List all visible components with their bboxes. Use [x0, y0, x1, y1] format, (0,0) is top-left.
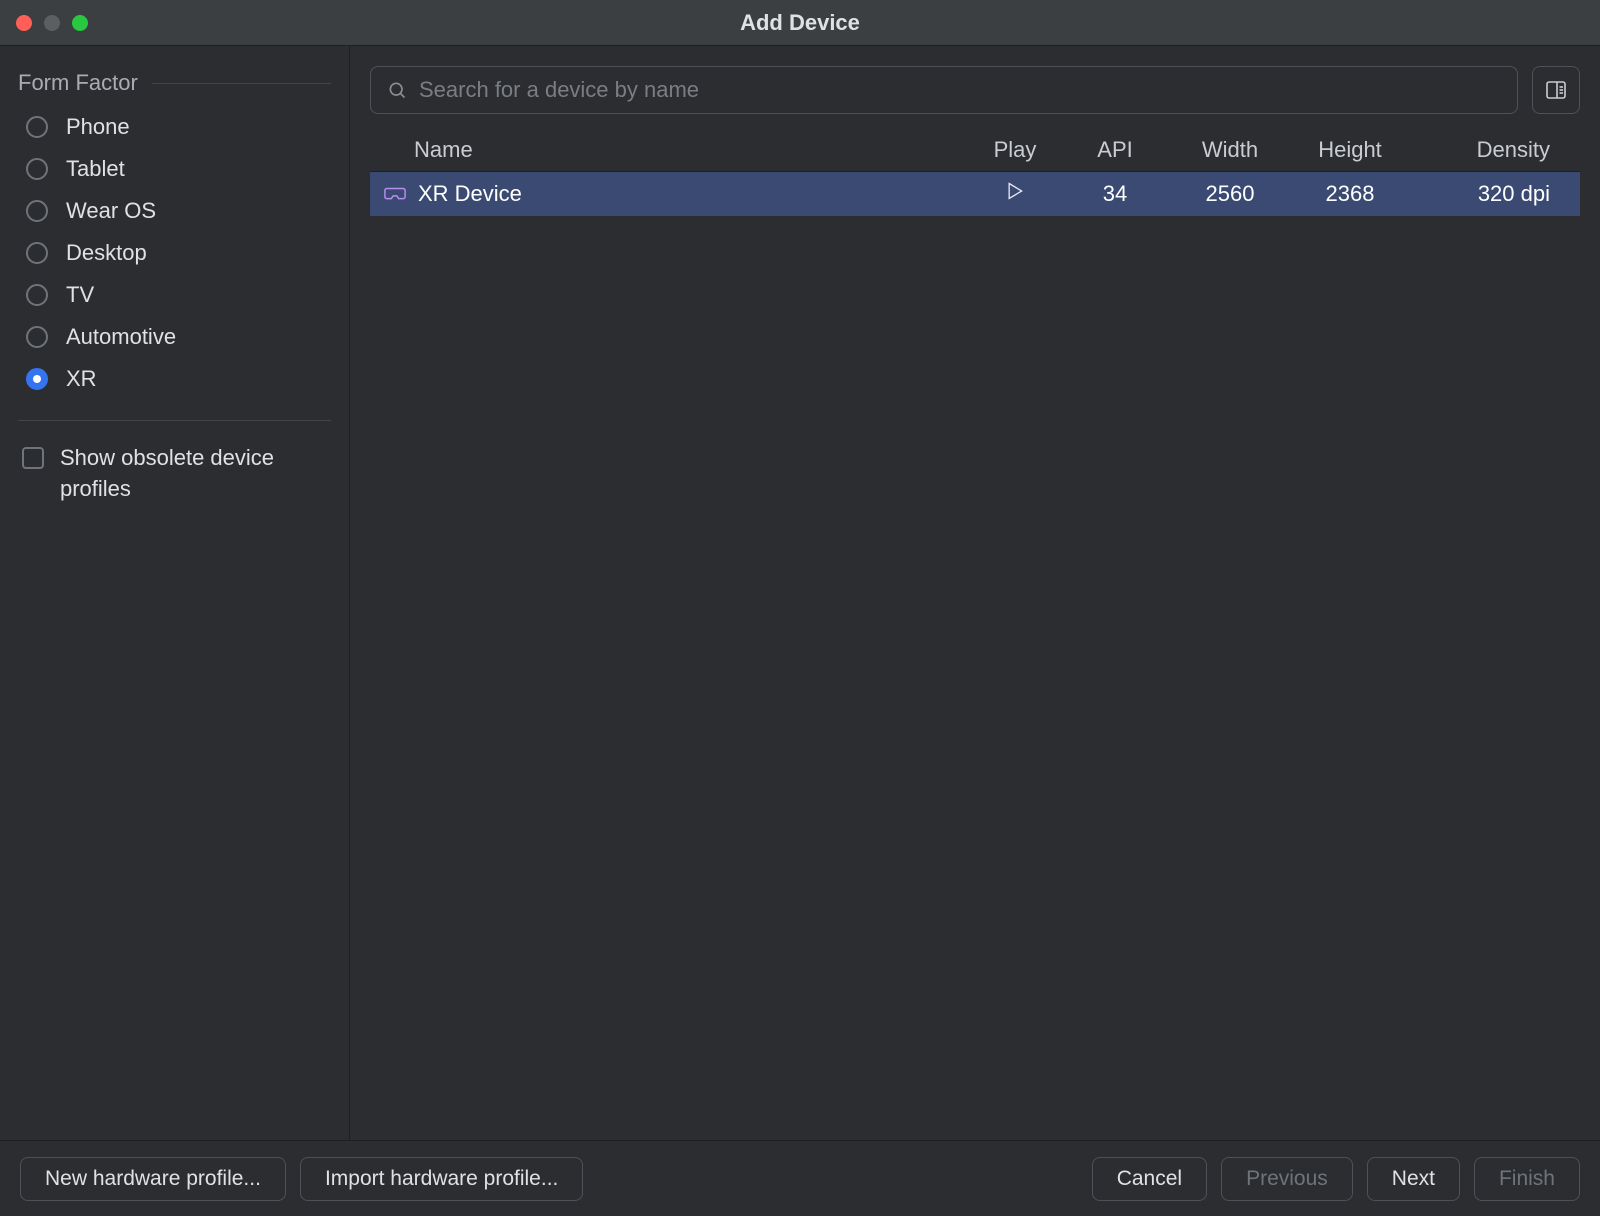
- radio-icon: [26, 326, 48, 348]
- radio-icon: [26, 242, 48, 264]
- col-name[interactable]: Name: [384, 137, 970, 163]
- search-row: [370, 66, 1580, 114]
- form-factor-tv[interactable]: TV: [26, 282, 331, 308]
- cell-width: 2560: [1170, 181, 1290, 207]
- form-factor-item-label: Automotive: [66, 324, 176, 350]
- form-factor-phone[interactable]: Phone: [26, 114, 331, 140]
- import-hardware-profile-button[interactable]: Import hardware profile...: [300, 1157, 583, 1201]
- form-factor-item-label: Wear OS: [66, 198, 156, 224]
- form-factor-item-label: Phone: [66, 114, 130, 140]
- show-obsolete-label: Show obsolete device profiles: [60, 443, 331, 505]
- cell-api: 34: [1060, 181, 1170, 207]
- show-obsolete-checkbox[interactable]: Show obsolete device profiles: [18, 443, 331, 505]
- radio-icon: [26, 284, 48, 306]
- sidebar: Form Factor Phone Tablet Wear OS Desktop: [0, 46, 350, 1140]
- device-table: Name Play API Width Height Density XR De…: [370, 128, 1580, 1140]
- cell-density: 320 dpi: [1410, 181, 1550, 207]
- footer: New hardware profile... Import hardware …: [0, 1140, 1600, 1216]
- search-field[interactable]: [370, 66, 1518, 114]
- cell-name: XR Device: [384, 181, 970, 207]
- form-factor-automotive[interactable]: Automotive: [26, 324, 331, 350]
- form-factor-item-label: Desktop: [66, 240, 147, 266]
- cancel-button[interactable]: Cancel: [1092, 1157, 1207, 1201]
- panel-icon: [1544, 78, 1568, 102]
- section-divider: [152, 83, 331, 84]
- radio-icon: [26, 158, 48, 180]
- main: Form Factor Phone Tablet Wear OS Desktop: [0, 46, 1600, 1140]
- col-api[interactable]: API: [1060, 137, 1170, 163]
- finish-button[interactable]: Finish: [1474, 1157, 1580, 1201]
- window-maximize-button[interactable]: [72, 15, 88, 31]
- window-close-button[interactable]: [16, 15, 32, 31]
- form-factor-item-label: XR: [66, 366, 97, 392]
- window-title: Add Device: [740, 10, 860, 36]
- new-hardware-profile-button[interactable]: New hardware profile...: [20, 1157, 286, 1201]
- col-height[interactable]: Height: [1290, 137, 1410, 163]
- form-factor-xr[interactable]: XR: [26, 366, 331, 392]
- window-minimize-button[interactable]: [44, 15, 60, 31]
- cell-name-text: XR Device: [418, 181, 522, 207]
- table-row[interactable]: XR Device 34 2560 2368 320 dpi: [370, 172, 1580, 216]
- radio-icon: [26, 368, 48, 390]
- col-play[interactable]: Play: [970, 137, 1060, 163]
- titlebar: Add Device: [0, 0, 1600, 46]
- sidebar-divider: [18, 420, 331, 421]
- form-factor-item-label: Tablet: [66, 156, 125, 182]
- next-button[interactable]: Next: [1367, 1157, 1460, 1201]
- cell-height: 2368: [1290, 181, 1410, 207]
- window-controls: [16, 15, 88, 31]
- form-factor-wear-os[interactable]: Wear OS: [26, 198, 331, 224]
- radio-icon: [26, 200, 48, 222]
- col-density[interactable]: Density: [1410, 137, 1550, 163]
- form-factor-list: Phone Tablet Wear OS Desktop TV Automoti…: [18, 114, 331, 392]
- form-factor-tablet[interactable]: Tablet: [26, 156, 331, 182]
- play-store-icon: [1005, 181, 1025, 201]
- search-icon: [387, 80, 407, 100]
- search-input[interactable]: [419, 77, 1501, 103]
- previous-button[interactable]: Previous: [1221, 1157, 1353, 1201]
- form-factor-desktop[interactable]: Desktop: [26, 240, 331, 266]
- content: Name Play API Width Height Density XR De…: [350, 46, 1600, 1140]
- toggle-details-panel-button[interactable]: [1532, 66, 1580, 114]
- xr-device-icon: [384, 185, 406, 203]
- col-width[interactable]: Width: [1170, 137, 1290, 163]
- form-factor-header: Form Factor: [18, 70, 331, 96]
- radio-icon: [26, 116, 48, 138]
- checkbox-icon: [22, 447, 44, 469]
- form-factor-label: Form Factor: [18, 70, 138, 96]
- table-header: Name Play API Width Height Density: [370, 128, 1580, 172]
- form-factor-item-label: TV: [66, 282, 94, 308]
- cell-play: [970, 181, 1060, 207]
